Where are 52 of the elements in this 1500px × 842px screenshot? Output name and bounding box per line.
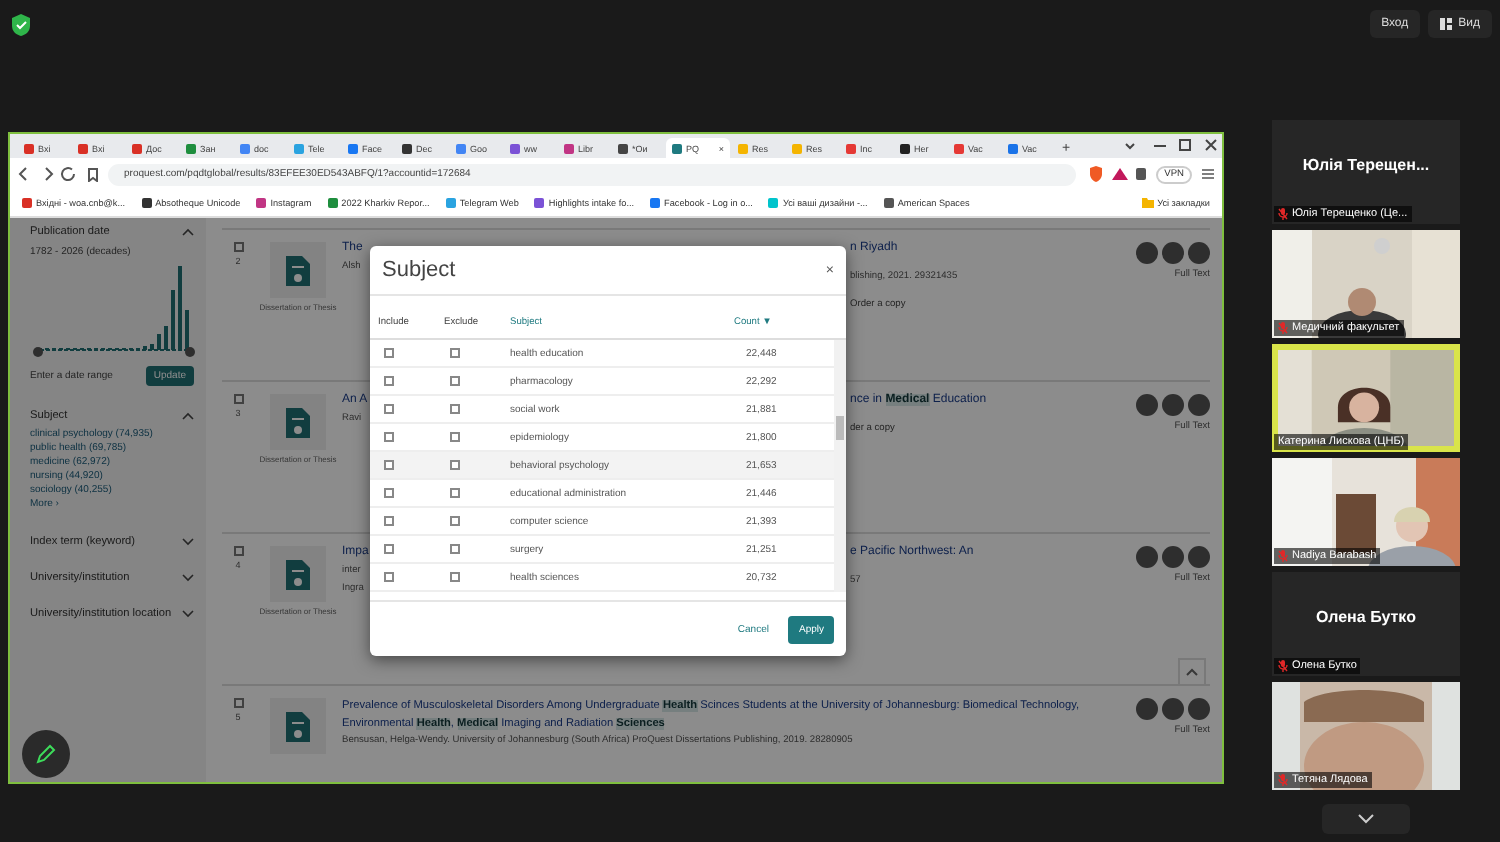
document-icon <box>286 255 310 285</box>
exclude-checkbox[interactable] <box>450 544 460 554</box>
bookmark-icon[interactable] <box>88 167 98 181</box>
include-checkbox[interactable] <box>384 460 394 470</box>
exclude-checkbox[interactable] <box>450 376 460 386</box>
scrollbar[interactable] <box>834 340 846 592</box>
result-checkbox[interactable] <box>233 242 243 252</box>
muted-mic-icon <box>1278 208 1288 220</box>
chevron-down-icon[interactable] <box>182 538 194 546</box>
folder-icon <box>1141 198 1154 208</box>
scroll-top-button[interactable] <box>1178 658 1206 686</box>
muted-mic-icon <box>1278 660 1288 672</box>
include-checkbox[interactable] <box>384 516 394 526</box>
exclude-checkbox[interactable] <box>450 460 460 470</box>
chevron-up-icon[interactable] <box>182 412 194 420</box>
chevron-down-icon[interactable] <box>182 610 194 618</box>
chevron-up-icon <box>1186 668 1198 676</box>
chevron-down-icon <box>1358 814 1374 824</box>
document-icon <box>286 711 310 741</box>
include-checkbox[interactable] <box>384 572 394 582</box>
exclude-checkbox[interactable] <box>450 348 460 358</box>
include-checkbox[interactable] <box>384 376 394 386</box>
include-checkbox[interactable] <box>384 404 394 414</box>
document-icon <box>286 407 310 437</box>
muted-mic-icon <box>1278 774 1288 786</box>
grid-icon <box>1440 18 1453 30</box>
exclude-checkbox[interactable] <box>450 572 460 582</box>
include-checkbox[interactable] <box>384 488 394 498</box>
participant-name: Юлія Терещен... <box>1302 155 1430 173</box>
chevron-up-icon[interactable] <box>182 228 194 236</box>
chevron-down-icon[interactable] <box>182 574 194 582</box>
include-checkbox[interactable] <box>384 348 394 358</box>
shield-icon[interactable] <box>12 13 30 35</box>
result-checkbox[interactable] <box>233 546 243 556</box>
include-checkbox[interactable] <box>384 432 394 442</box>
menu-icon[interactable] <box>1202 168 1214 180</box>
result-checkbox[interactable] <box>233 394 243 404</box>
muted-mic-icon <box>1278 550 1288 562</box>
window-controls-drawing[interactable] <box>1122 138 1222 154</box>
pencil-icon <box>36 744 56 764</box>
browser-extensions-drawing[interactable] <box>1086 166 1147 182</box>
include-checkbox[interactable] <box>384 544 394 554</box>
exclude-checkbox[interactable] <box>450 404 460 414</box>
participant-name: Олена Бутко <box>1316 607 1416 625</box>
result-checkbox[interactable] <box>233 698 243 708</box>
exclude-checkbox[interactable] <box>450 516 460 526</box>
muted-mic-icon <box>1278 322 1288 334</box>
dialog-title: Subject <box>382 258 456 282</box>
document-icon <box>286 559 310 589</box>
navigation-drawing[interactable] <box>18 166 78 182</box>
exclude-checkbox[interactable] <box>450 488 460 498</box>
exclude-checkbox[interactable] <box>450 432 460 442</box>
